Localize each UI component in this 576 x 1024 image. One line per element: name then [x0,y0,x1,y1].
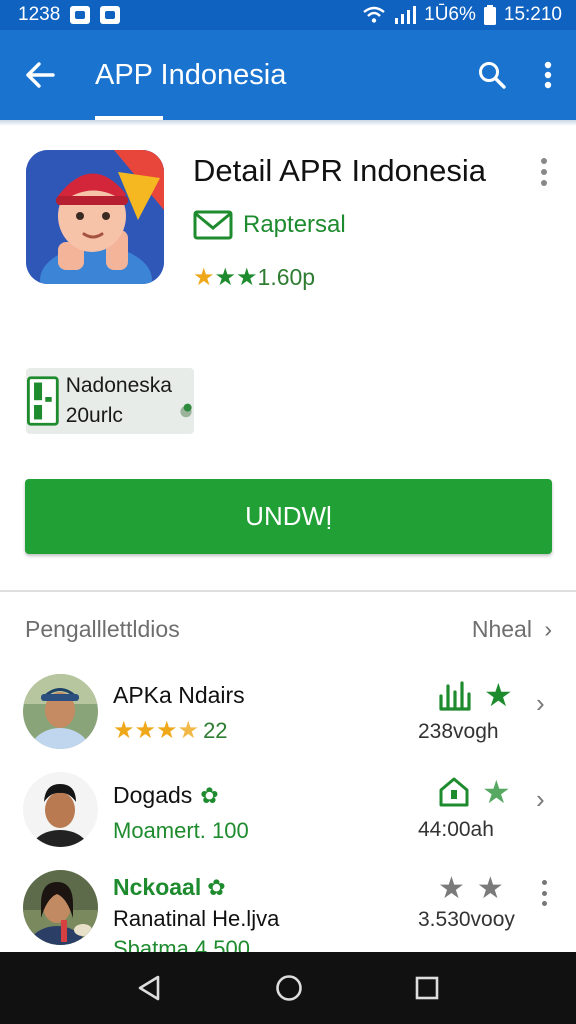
app-more-button[interactable] [530,152,558,192]
developer-row[interactable]: Raptersal [193,210,346,240]
status-time-left: 1238 [18,4,61,25]
install-button[interactable]: UNDWḷ [25,479,552,554]
battery-percent: 1Ū6% [424,4,476,25]
more-dot [541,158,547,164]
rating-text: 1.60p [257,264,316,290]
section-more-link[interactable]: Nheal › [472,616,552,643]
message-notification-icon [100,6,121,24]
app-bar: APP Indonesia [0,30,576,120]
app-bar-title-tab[interactable]: APP Indonesia [80,30,464,120]
status-bar: 1238 1Ū6% 15:210 [0,0,576,30]
star-icon: ★ [482,774,511,810]
app-title: Detail APR Indonesia [193,153,486,188]
list-item[interactable]: Dogads ✿ Moamert. 100 ★ 44:00ah › [0,764,576,860]
item-title-row: Dogads ✿ [113,782,219,809]
item-icons: ★ [438,776,511,808]
header-shadow [0,120,576,126]
section-more-label: Nheal [471,616,532,642]
recents-nav-icon[interactable] [414,975,440,1001]
category-sub: 20urlc [65,404,123,427]
status-left: 1238 [18,4,121,26]
section-title: Pengalllettldios [25,616,180,642]
star-icon: ★ [476,872,504,905]
trending-icon [439,681,471,711]
photo-notification-icon [70,6,91,24]
item-count: 3.530vooy [418,908,515,931]
verified-icon: ✿ [207,874,226,900]
list-item[interactable]: APKa Ndairs ★ ★ ★ ★ 22 ★ 238vogh › [0,666,576,762]
item-count: 44:00ah [418,818,494,841]
rating-row: ★ ★ ★ 1.60p [193,264,315,291]
item-meta: Moamert. 100 [113,818,249,843]
overflow-menu-button[interactable] [520,30,576,120]
arrow-back-icon [26,62,55,88]
item-title: APKa Ndairs [113,682,245,708]
star-icon: ★ [156,717,178,744]
back-button[interactable] [0,30,80,120]
app-icon[interactable] [26,150,164,284]
star-icon: ★ [438,872,465,905]
status-time-right: 15:210 [503,4,562,25]
leaf-icon [180,403,192,418]
developer-name: Raptersal [243,211,346,238]
verified-icon: ✿ [200,782,219,808]
wifi-icon [363,6,385,23]
star-icon: ★ [236,263,258,291]
star-icon: ★ [193,263,215,291]
back-nav-icon[interactable] [136,974,164,1002]
more-vert-icon [544,61,552,89]
search-button[interactable] [464,30,520,120]
app-bar-title: APP Indonesia [95,58,287,91]
item-rating-text: 22 [203,718,228,743]
navigation-bar [0,952,576,1024]
item-title: Nckoaal [113,874,202,900]
signal-icon [395,6,417,24]
more-dot [541,890,547,896]
item-title-row: Nckoaal ✿ [113,874,226,901]
more-dot [541,880,547,885]
more-dot [541,169,547,175]
item-subtitle: Ranatinal He.ljva [113,906,280,931]
avatar [23,674,98,749]
more-dot [541,901,547,906]
star-icon: ★ [113,717,135,744]
battery-icon [483,5,496,25]
category-icon [27,376,59,426]
star-icon: ★ [214,263,237,291]
item-icons: ★ ★ [438,874,504,904]
category-chip[interactable]: Nadoneska 20urlc [26,368,194,434]
star-half-icon: ★ [177,717,200,744]
more-dot [541,180,547,186]
chevron-right-icon[interactable]: › [536,784,545,815]
chevron-right-icon: › [544,616,552,642]
status-right: 1Ū6% 15:210 [362,4,562,26]
item-rating: ★ ★ ★ ★ 22 [113,718,228,744]
item-icons: ★ [438,678,513,712]
person-photo-icon [23,870,98,945]
section-divider [0,590,576,592]
category-name: Nadoneska [65,374,172,397]
person-photo-icon [23,772,98,847]
star-icon: ★ [134,717,157,744]
home-nav-icon[interactable] [275,974,303,1002]
list-item[interactable]: Nckoaal ✿ Ranatinal He.ljva Sbatma 4 500… [0,860,576,961]
avatar [23,870,98,945]
chevron-right-icon[interactable]: › [536,688,545,719]
star-icon: ★ [484,677,513,713]
item-more-button[interactable] [540,880,548,906]
mail-icon [193,210,233,240]
item-title: Dogads [113,782,193,808]
person-photo-icon [23,674,98,749]
category-text: Nadoneska 20urlc [60,371,172,431]
avatar [23,772,98,847]
app-mascot-icon [26,150,164,284]
item-count: 238vogh [418,720,499,743]
search-icon [479,62,506,89]
home-icon [439,777,469,807]
